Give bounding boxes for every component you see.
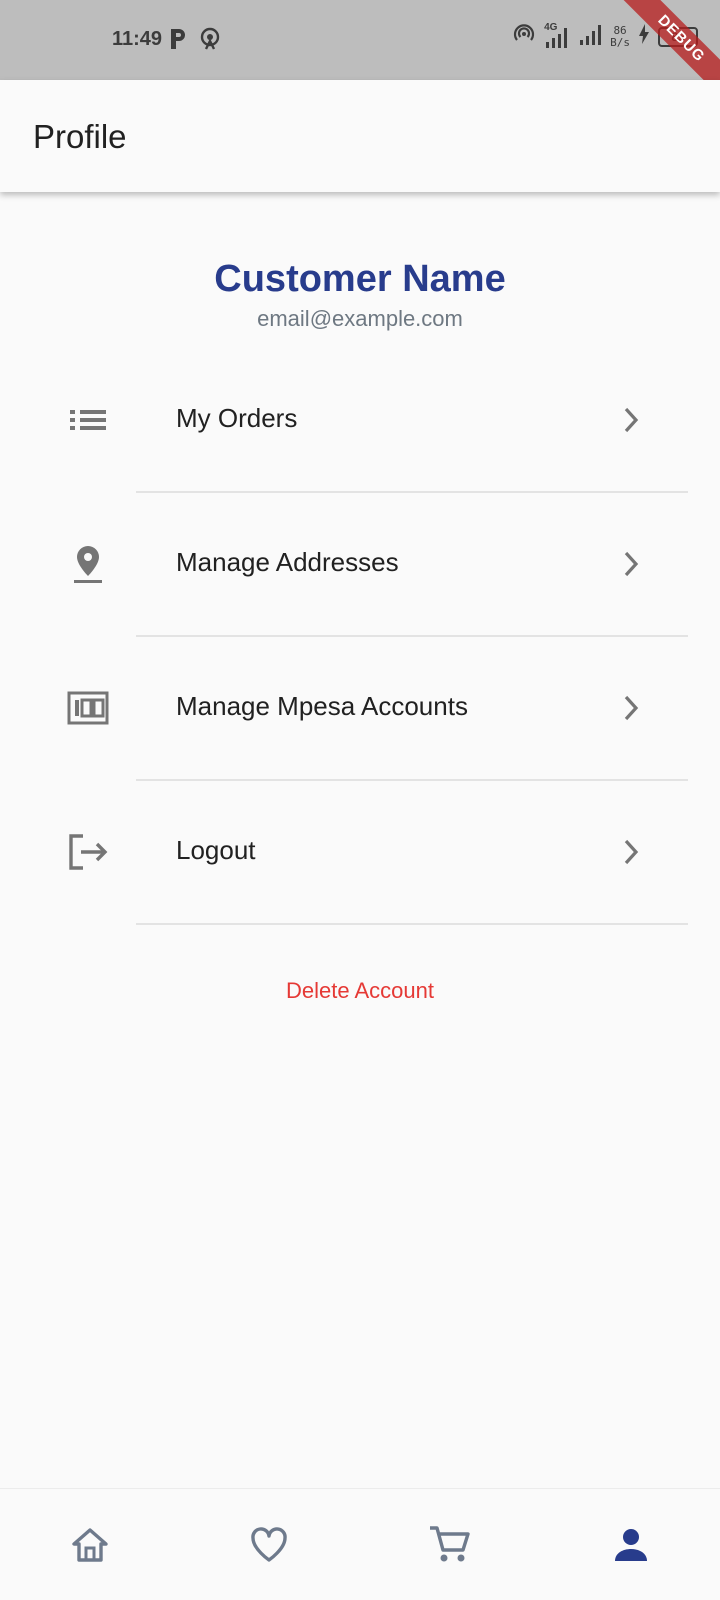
cart-icon xyxy=(428,1525,470,1570)
status-notification-icons xyxy=(168,27,222,56)
list-icon xyxy=(66,400,110,440)
logout-icon xyxy=(66,832,110,872)
page-title: Profile xyxy=(33,118,127,155)
chevron-right-icon xyxy=(620,550,644,578)
bottom-navigation xyxy=(0,1488,720,1600)
nav-favorites[interactable] xyxy=(247,1525,291,1569)
menu-item-label: My Orders xyxy=(176,403,298,433)
nav-profile[interactable] xyxy=(609,1525,653,1569)
menu-item-my-orders[interactable]: My Orders xyxy=(0,348,720,493)
chevron-right-icon xyxy=(620,406,644,434)
menu-item-label: Manage Mpesa Accounts xyxy=(176,691,468,721)
signal-icon xyxy=(578,22,602,51)
menu-item-logout[interactable]: Logout xyxy=(0,780,720,925)
net-speed: 86 B/s xyxy=(610,23,630,49)
location-pin-icon xyxy=(66,544,110,584)
delete-account-button[interactable]: Delete Account xyxy=(0,978,720,1004)
net-speed-unit: B/s xyxy=(610,35,630,49)
net-speed-value: 86 xyxy=(613,23,627,37)
money-icon xyxy=(66,688,110,728)
heart-icon xyxy=(249,1526,289,1569)
charging-icon xyxy=(638,23,650,50)
parking-app-icon xyxy=(168,27,188,56)
app-bar: Profile xyxy=(0,80,720,192)
customer-name: Customer Name xyxy=(214,258,506,300)
menu-item-manage-mpesa-accounts[interactable]: Manage Mpesa Accounts xyxy=(0,636,720,781)
nav-cart[interactable] xyxy=(427,1525,471,1569)
signal-4g-icon: 4G xyxy=(544,22,570,50)
divider xyxy=(136,923,688,925)
chevron-right-icon xyxy=(620,838,644,866)
status-time: 11:49 xyxy=(112,28,163,50)
menu-item-label: Logout xyxy=(176,835,256,865)
person-icon xyxy=(613,1527,649,1568)
menu-item-manage-addresses[interactable]: Manage Addresses xyxy=(0,492,720,637)
menu-item-label: Manage Addresses xyxy=(176,547,399,577)
status-bar: 11:49 4G 86 B/s DEBUG xyxy=(0,0,720,109)
nav-home[interactable] xyxy=(68,1525,112,1569)
chevron-right-icon xyxy=(620,694,644,722)
home-icon xyxy=(70,1526,110,1569)
profile-screen: 11:49 4G 86 B/s DEBUG Profile Customer N… xyxy=(0,0,720,1600)
hotspot-icon xyxy=(512,22,536,51)
hotspot-notification-icon xyxy=(198,27,222,56)
customer-email: email@example.com xyxy=(257,306,463,331)
profile-menu: My Orders Manage Addresses Manage Mpesa … xyxy=(0,348,720,925)
